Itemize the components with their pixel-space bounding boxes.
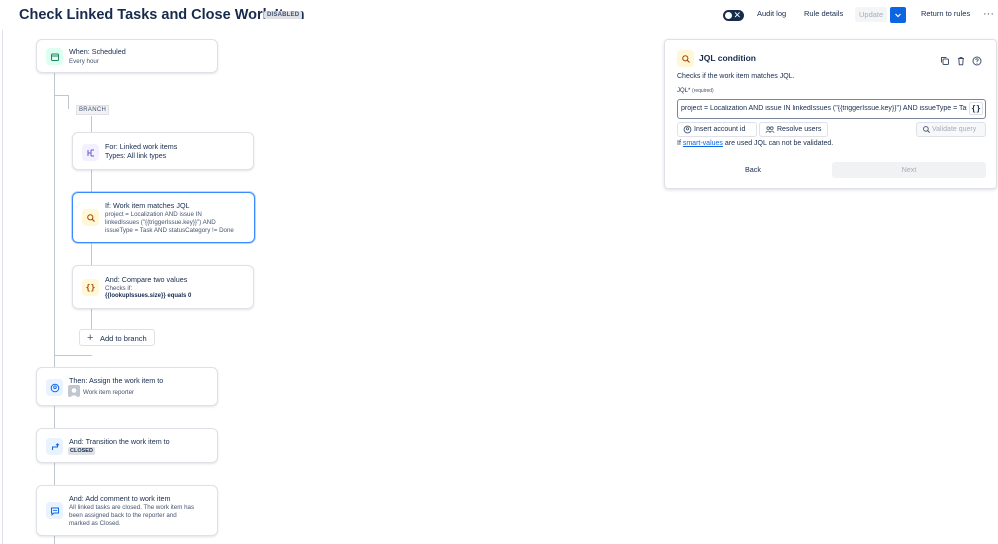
trash-icon[interactable] <box>956 53 966 71</box>
comment-icon <box>46 502 63 519</box>
search-icon <box>82 209 99 226</box>
help-icon[interactable] <box>972 53 982 71</box>
jql-input[interactable]: project = Localization AND issue IN link… <box>677 99 986 119</box>
search-icon <box>677 50 694 67</box>
required-text: (required) <box>692 88 714 94</box>
canvas-border <box>2 30 3 544</box>
jql-field-label: JQL* (required) <box>677 88 714 94</box>
assign-node[interactable]: Then: Assign the work item to Work item … <box>36 367 218 406</box>
rule-title: Check Linked Tasks and Close Work Item <box>19 7 305 23</box>
condition-node[interactable]: If: Work item matches JQL project = Loca… <box>72 192 255 243</box>
branch-return-line <box>54 355 92 356</box>
update-dropdown-button[interactable] <box>890 7 906 23</box>
comment-body-line: been assigned back to the reporter and <box>69 512 177 519</box>
resolve-users-button[interactable]: Resolve users <box>759 122 828 137</box>
back-button[interactable]: Back <box>677 162 829 178</box>
condition-detail-line: issueType = Task AND statusCategory != D… <box>105 227 234 234</box>
branch-node[interactable]: For: Linked work items Types: All link t… <box>72 132 254 170</box>
copy-icon[interactable] <box>940 53 950 71</box>
main-connector-line <box>54 73 55 544</box>
add-to-branch-button[interactable]: + Add to branch <box>79 329 155 346</box>
condition-detail-line: project = Localization AND issue IN <box>105 211 202 218</box>
compare-node[interactable]: {} And: Compare two values Checks if: {{… <box>72 265 254 309</box>
closed-status-badge: CLOSED <box>68 447 95 455</box>
header-bar: Check Linked Tasks and Close Work Item D… <box>0 0 998 30</box>
condition-detail-line: linkedIssues ("{{triggerIssue.key}}") AN… <box>105 219 216 226</box>
trigger-node[interactable]: When: Scheduled Every hour <box>36 39 218 73</box>
plus-icon: + <box>87 332 94 344</box>
branch-curve-line <box>54 95 68 96</box>
branch-node-title: For: Linked work items <box>105 142 178 151</box>
transition-title: And: Transition the work item to <box>69 437 170 446</box>
branch-node-subtitle: Types: All link types <box>105 153 167 160</box>
user-circle-icon <box>46 379 63 396</box>
comment-node[interactable]: And: Add comment to work item All linked… <box>36 485 218 536</box>
jql-input-value: project = Localization AND issue IN link… <box>681 105 967 112</box>
status-badge: DISABLED <box>264 11 303 19</box>
return-to-rules-button[interactable]: Return to rules <box>921 9 970 18</box>
user-circle-icon <box>683 125 692 136</box>
rule-details-button[interactable]: Rule details <box>804 9 843 18</box>
compare-title: And: Compare two values <box>105 275 188 284</box>
jql-label-text: JQL <box>677 88 689 94</box>
panel-description: Checks if the work item matches JQL. <box>677 73 795 80</box>
validate-query-label: Validate query <box>932 126 977 133</box>
audit-log-button[interactable]: Audit log <box>757 9 786 18</box>
search-icon <box>922 125 931 136</box>
branch-curve-line <box>68 95 69 109</box>
panel-title: JQL condition <box>699 53 756 63</box>
toggle-off-icon: ✕ <box>733 10 741 20</box>
note-suffix: are used JQL can not be validated. <box>722 140 834 147</box>
avatar <box>68 385 80 397</box>
trigger-title: When: Scheduled <box>69 47 126 56</box>
branch-label: BRANCH <box>76 105 110 115</box>
comment-body-line: All linked tasks are closed. The work it… <box>69 504 195 511</box>
smart-value-braces-button[interactable]: {} <box>969 102 983 115</box>
transition-icon <box>46 438 63 455</box>
next-button[interactable]: Next <box>832 162 986 178</box>
transition-node[interactable]: And: Transition the work item to <box>36 428 218 463</box>
assign-title: Then: Assign the work item to <box>69 376 164 385</box>
braces-icon: {} <box>82 279 99 296</box>
jql-condition-panel: JQL condition Checks if the work item ma… <box>664 39 997 189</box>
calendar-icon <box>46 48 63 65</box>
users-icon <box>765 125 775 136</box>
more-options-icon[interactable]: ··· <box>983 8 994 20</box>
compare-expression: {{lookupIssues.size}} equals 0 <box>105 293 192 299</box>
resolve-users-label: Resolve users <box>777 126 822 133</box>
condition-title: If: Work item matches JQL <box>105 201 190 210</box>
required-asterisk: * <box>688 88 691 94</box>
compare-detail-line: Checks if: <box>105 285 133 292</box>
insert-account-id-button[interactable]: Insert account id <box>677 122 757 137</box>
smart-values-note: If smart-values are used JQL can not be … <box>677 140 833 147</box>
branch-icon <box>82 144 99 161</box>
assign-subtitle: Work item reporter <box>83 389 135 396</box>
chevron-down-icon <box>895 13 901 18</box>
comment-body-line: marked as Closed. <box>69 520 121 527</box>
add-to-branch-label: Add to branch <box>100 334 147 343</box>
comment-title: And: Add comment to work item <box>69 494 171 503</box>
trigger-subtitle: Every hour <box>69 58 99 65</box>
update-button[interactable]: Update <box>855 7 888 22</box>
rule-enable-toggle[interactable]: ✕ <box>723 10 744 21</box>
smart-values-link[interactable]: smart-values <box>683 140 723 147</box>
validate-query-button[interactable]: Validate query <box>916 122 986 137</box>
toggle-knob <box>725 12 732 19</box>
insert-account-id-label: Insert account id <box>694 126 746 133</box>
